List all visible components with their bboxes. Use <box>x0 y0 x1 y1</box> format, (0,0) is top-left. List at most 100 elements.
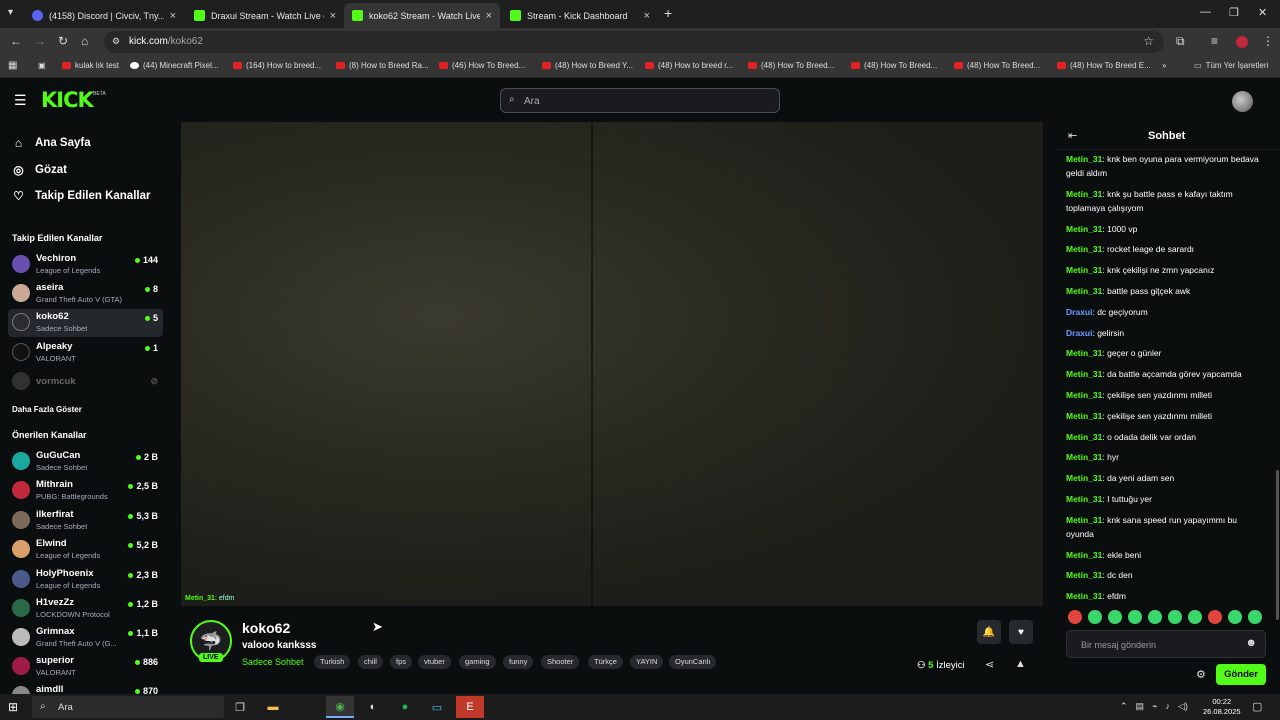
site-info-icon[interactable]: ⚙ <box>112 36 120 47</box>
follow-button[interactable]: ♥ <box>1009 620 1033 644</box>
tag-chip[interactable]: fps <box>390 655 413 669</box>
chrome-taskbar-icon[interactable]: ◉ <box>326 696 354 718</box>
bookmark-item[interactable]: (46) How To Breed... <box>439 61 525 70</box>
close-tab-icon[interactable]: × <box>644 10 650 22</box>
bookmark-item[interactable]: (48) How to Breed Y... <box>542 61 633 70</box>
page-scrollbar[interactable] <box>1276 470 1279 620</box>
nav-home[interactable]: ⌂ Ana Sayfa <box>12 136 91 150</box>
notifications-icon[interactable]: ▢ <box>1252 700 1262 713</box>
emoji-picker-icon[interactable]: ☻ <box>1245 637 1257 649</box>
followed-channel-aseira[interactable]: aseira Grand Theft Auto V (GTA) 8 <box>8 280 163 308</box>
chat-settings-icon[interactable]: ⚙ <box>1196 668 1206 681</box>
emote-icon[interactable] <box>1228 610 1242 624</box>
send-button[interactable]: Gönder <box>1216 664 1266 685</box>
followed-channel-alpeaky[interactable]: Alpeaky VALORANT 1 <box>8 339 163 367</box>
kick-logo[interactable]: KICK <box>41 88 94 112</box>
emote-icon[interactable] <box>1108 610 1122 624</box>
browser-tab-koko62[interactable]: koko62 Stream - Watch Live on ... × <box>344 3 500 28</box>
profile-avatar-icon[interactable] <box>1236 36 1248 48</box>
bookmark-item[interactable]: (48) How To Breed E... <box>1057 61 1151 70</box>
back-icon[interactable]: ← <box>10 34 22 48</box>
followed-channel-vormcuk[interactable]: vormcuk ⊘ <box>8 368 163 396</box>
recommended-channel-gugucan[interactable]: GuGuCan Sadece Sohbet 2 B <box>8 448 163 476</box>
tag-chip[interactable]: chill <box>358 655 383 669</box>
close-window-icon[interactable]: ✕ <box>1258 6 1267 19</box>
chat-message-input[interactable]: Bir mesaj gönderin ☻ <box>1066 630 1266 658</box>
report-icon[interactable]: ▲ <box>1015 658 1026 670</box>
browser-tab-discord[interactable]: (4158) Discord | Civciv, Tny... × <box>24 3 184 28</box>
all-bookmarks[interactable]: ▭ Tüm Yer İşaretleri <box>1194 61 1268 70</box>
emote-icon[interactable] <box>1148 610 1162 624</box>
close-tab-icon[interactable]: × <box>486 10 492 22</box>
epic-games-taskbar-icon[interactable]: E <box>456 696 484 718</box>
nav-browse[interactable]: ◎ Gözat <box>12 163 67 177</box>
search-input[interactable]: ⌕ Ara <box>500 88 780 113</box>
tag-chip[interactable]: YAYIN <box>630 655 664 669</box>
more-bookmarks-icon[interactable]: » <box>1162 61 1166 70</box>
taskbar-clock[interactable]: 00:22 26.08.2025 <box>1203 697 1241 717</box>
tag-chip[interactable]: Turkish <box>314 655 351 669</box>
user-avatar[interactable] <box>1232 91 1253 112</box>
recommended-channel-superior[interactable]: superior VALORANT 886 <box>8 653 163 681</box>
microphone-icon[interactable]: ♪ <box>1165 701 1170 712</box>
recommended-channel-elwind[interactable]: Elwind League of Legends 5,2 B <box>8 536 163 564</box>
browser-tab-draxui[interactable]: Draxui Stream - Watch Live on ... × <box>186 3 344 28</box>
streamer-name[interactable]: koko62 <box>242 620 290 636</box>
tab-list-icon[interactable]: ▾ <box>8 7 13 18</box>
bookmark-item[interactable]: kulak lık test <box>62 61 119 70</box>
restore-icon[interactable]: ❐ <box>1229 6 1239 19</box>
file-explorer-icon[interactable]: ▬ <box>259 696 287 718</box>
task-view-icon[interactable]: ❐ <box>226 696 254 718</box>
tag-chip[interactable]: OyunCanlı <box>669 655 717 669</box>
notification-button[interactable]: 🔔 <box>977 620 1001 644</box>
close-tab-icon[interactable]: × <box>170 10 176 22</box>
recommended-channel-grimnax[interactable]: Grimnax Grand Theft Auto V (G... 1,1 B <box>8 624 163 652</box>
usb-icon[interactable]: ⌁ <box>1152 701 1157 712</box>
home-browser-icon[interactable]: ⌂ <box>81 34 88 48</box>
recommended-channel-aimdll[interactable]: aimdll 870 <box>8 682 163 694</box>
bookmark-star-icon[interactable]: ☆ <box>1143 34 1154 48</box>
apps-icon[interactable]: ▦ <box>8 60 17 71</box>
recommended-channel-holyphoenix[interactable]: HolyPhoenix League of Legends 2,3 B <box>8 566 163 594</box>
browser-menu-icon[interactable]: ⋮ <box>1262 34 1274 48</box>
taskbar-search[interactable]: ⌕ Ara <box>32 696 224 718</box>
show-more-link[interactable]: Daha Fazla Göster <box>12 405 82 414</box>
nav-following[interactable]: ♡ Takip Edilen Kanallar <box>12 189 150 203</box>
url-field[interactable]: ⚙ kick.com/koko62 ☆ <box>104 31 1164 53</box>
minimize-icon[interactable]: — <box>1200 6 1211 18</box>
stream-category[interactable]: Sadece Sohbet <box>242 657 304 667</box>
video-player[interactable]: Metin_31: efdm <box>181 122 1043 606</box>
recommended-channel-ilkerfirat[interactable]: ilkerfirat Sadece Sohbet 5,3 B <box>8 507 163 535</box>
emote-icon[interactable] <box>1128 610 1142 624</box>
share-icon[interactable]: ⋖ <box>985 658 994 671</box>
bookmark-item[interactable]: (164) How to breed... <box>233 61 321 70</box>
media-control-icon[interactable]: ≡ <box>1211 34 1218 48</box>
emote-icon[interactable] <box>1168 610 1182 624</box>
followed-channel-vechiron[interactable]: Vechiron League of Legends 144 <box>8 251 163 279</box>
new-tab-icon[interactable]: + <box>664 5 672 21</box>
emote-icon[interactable] <box>1248 610 1262 624</box>
bookmark-item[interactable]: (44) Minecraft Pixel... <box>130 61 219 70</box>
tag-chip[interactable]: Türkçe <box>588 655 623 669</box>
bookmark-item[interactable]: (48) How To Breed... <box>748 61 834 70</box>
bookmark-item[interactable]: (8) How to Breed Ra... <box>336 61 429 70</box>
recommended-channel-mithrain[interactable]: Mithrain PUBG: Battlegrounds 2,5 B <box>8 477 163 505</box>
volume-icon[interactable]: ◁) <box>1178 701 1188 712</box>
recommended-channel-h1vezzz[interactable]: H1vezZz LOCKDOWN Protocol 1,2 B <box>8 595 163 623</box>
browser-tab-dashboard[interactable]: Stream - Kick Dashboard × <box>502 3 658 28</box>
bookmark-item[interactable]: (48) How To Breed... <box>851 61 937 70</box>
bookmark-folder-icon[interactable]: ▣ <box>38 61 46 70</box>
tag-chip[interactable]: gaming <box>459 655 496 669</box>
terminal-taskbar-icon[interactable]: ▭ <box>423 696 451 718</box>
emote-icon[interactable] <box>1088 610 1102 624</box>
obs-taskbar-icon[interactable]: ◐ <box>359 696 387 718</box>
bookmark-item[interactable]: (48) How to breed r... <box>645 61 733 70</box>
reload-icon[interactable]: ↻ <box>58 34 68 48</box>
emote-icon[interactable] <box>1068 610 1082 624</box>
emote-icon[interactable] <box>1208 610 1222 624</box>
spotify-taskbar-icon[interactable]: ● <box>391 696 419 718</box>
tag-chip[interactable]: Shooter <box>541 655 580 669</box>
tray-chevron-icon[interactable]: ⌃ <box>1120 701 1128 712</box>
network-icon[interactable]: ▤ <box>1136 701 1145 712</box>
tag-chip[interactable]: funny <box>503 655 534 669</box>
